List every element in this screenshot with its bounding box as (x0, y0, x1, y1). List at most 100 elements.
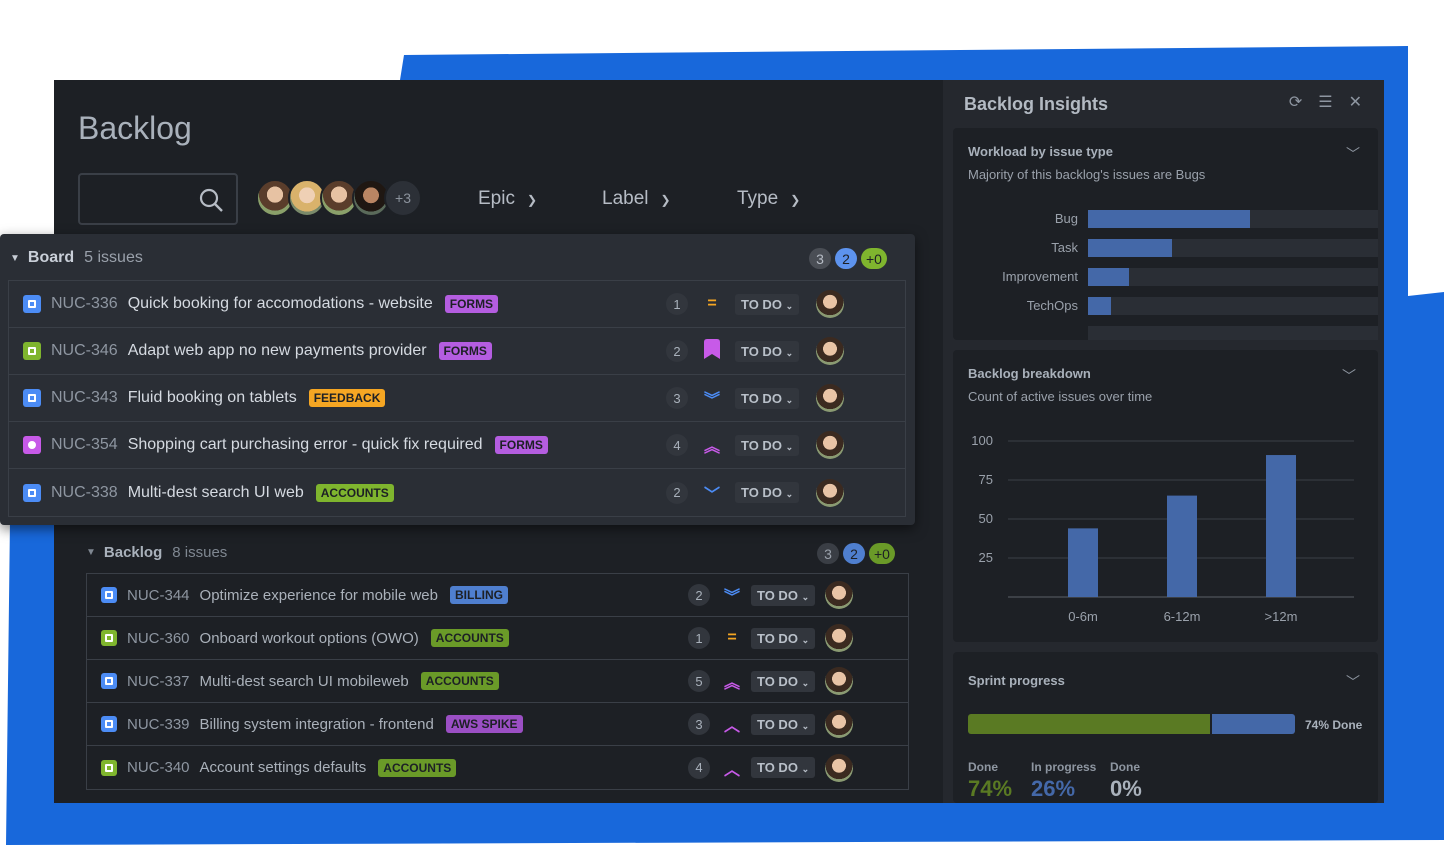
issue-label[interactable]: FORMS (444, 295, 499, 313)
status-text: TO DO (757, 673, 798, 689)
assignee-avatar[interactable] (816, 478, 844, 507)
issue-key[interactable]: NUC-346 (51, 342, 118, 360)
issue-label[interactable]: ACCOUNTS (378, 758, 457, 777)
issue-label[interactable]: ACCOUNTS (430, 629, 509, 647)
bar-label: TechOps (1026, 298, 1078, 313)
issue-summary[interactable]: Billing system integration - frontend (200, 716, 434, 733)
workload-bar: Bug (953, 210, 1378, 228)
issue-key[interactable]: NUC-343 (51, 389, 118, 407)
task-type-icon (23, 389, 41, 407)
status-dropdown[interactable]: TO DO ⌄ (735, 387, 800, 409)
task-type-icon (101, 673, 117, 689)
priority-low-icon: ﹀ (703, 486, 720, 504)
issue-label[interactable]: ACCOUNTS (420, 672, 499, 690)
chevron-down-icon: ❯ (660, 193, 671, 207)
issue-key[interactable]: NUC-354 (51, 436, 118, 454)
issue-row[interactable]: NUC-336 Quick booking for accomodations … (9, 281, 905, 328)
done-count: +0 (869, 543, 895, 564)
status-dropdown[interactable]: TO DO ⌄ (751, 713, 816, 735)
backlog-section-header[interactable]: ▼ Backlog 8 issues (86, 544, 227, 561)
issue-label[interactable]: FEEDBACK (308, 389, 386, 407)
more-assignees[interactable]: +3 (384, 179, 422, 217)
assignee-avatar[interactable] (816, 290, 844, 318)
filter-label: Type (737, 188, 779, 209)
filter-label: Label (602, 188, 649, 209)
chevron-down-icon[interactable]: ﹀ (1346, 144, 1360, 164)
refresh-icon[interactable]: ⟳ (1289, 92, 1302, 112)
issue-label[interactable]: BILLING (449, 586, 508, 604)
issue-summary[interactable]: Optimize experience for mobile web (200, 587, 438, 604)
status-dropdown[interactable]: TO DO ⌄ (751, 757, 816, 778)
issue-key[interactable]: NUC-360 (127, 630, 190, 647)
issue-label[interactable]: FORMS (438, 342, 492, 360)
issue-row[interactable]: NUC-354 Shopping cart purchasing error -… (9, 422, 905, 469)
assignee-avatar[interactable] (825, 753, 853, 782)
assignee-filter[interactable]: +3 (256, 179, 422, 217)
bar-fill (1088, 210, 1251, 228)
assignee-avatar[interactable] (816, 337, 844, 365)
assignee-avatar[interactable] (825, 624, 853, 652)
issue-row[interactable]: NUC-340 Account settings defaults ACCOUN… (87, 746, 908, 789)
search-input[interactable] (78, 173, 238, 225)
workload-bar: Task (953, 239, 1378, 257)
issue-label[interactable]: ACCOUNTS (315, 483, 394, 502)
assignee-avatar[interactable] (816, 384, 844, 412)
chevron-down-icon: ▼ (86, 547, 96, 558)
epic-filter[interactable]: Epic ❯ (478, 188, 537, 210)
issue-row[interactable]: NUC-346 Adapt web app no new payments pr… (9, 328, 905, 375)
issue-row[interactable]: NUC-343 Fluid booking on tablets FEEDBAC… (9, 375, 905, 422)
chevron-down-icon[interactable]: ﹀ (1346, 672, 1360, 692)
issue-summary[interactable]: Account settings defaults (200, 759, 367, 776)
issue-summary[interactable]: Onboard workout options (OWO) (200, 630, 419, 647)
issue-row[interactable]: NUC-338 Multi-dest search UI web ACCOUNT… (9, 469, 905, 516)
issue-label[interactable]: FORMS (494, 436, 548, 454)
chevron-down-icon: ⌄ (785, 347, 794, 358)
status-dropdown[interactable]: TO DO ⌄ (735, 482, 800, 503)
assignee-avatar[interactable] (816, 431, 844, 459)
issue-key[interactable]: NUC-344 (127, 587, 190, 604)
backlog-status-counts: 3 2 +0 (817, 543, 895, 564)
issue-summary[interactable]: Multi-dest search UI web (128, 484, 304, 502)
status-dropdown[interactable]: TO DO ⌄ (751, 627, 816, 649)
stat-label: Done (1110, 760, 1140, 774)
status-dropdown[interactable]: TO DO ⌄ (735, 340, 800, 362)
assignee-avatar[interactable] (825, 581, 853, 609)
status-dropdown[interactable]: TO DO ⌄ (735, 293, 800, 315)
issue-key[interactable]: NUC-338 (51, 484, 118, 502)
issue-row[interactable]: NUC-339 Billing system integration - fro… (87, 703, 908, 746)
issue-key[interactable]: NUC-340 (127, 759, 190, 776)
issue-summary[interactable]: Adapt web app no new payments provider (128, 342, 427, 360)
status-dropdown[interactable]: TO DO ⌄ (751, 584, 816, 606)
issue-summary[interactable]: Fluid booking on tablets (128, 389, 297, 407)
estimate-badge: 1 (666, 293, 688, 315)
status-text: TO DO (757, 630, 798, 646)
issue-key[interactable]: NUC-337 (127, 673, 190, 690)
priority-high-icon: ︿ (723, 718, 740, 735)
status-dropdown[interactable]: TO DO ⌄ (735, 434, 800, 456)
todo-count: 3 (817, 543, 839, 564)
issue-label[interactable]: AWS SPIKE (445, 715, 523, 733)
issue-summary[interactable]: Shopping cart purchasing error - quick f… (128, 436, 483, 454)
in-progress-segment (1211, 714, 1295, 734)
status-dropdown[interactable]: TO DO ⌄ (751, 670, 816, 692)
priority-lowest-icon: ︾ (723, 589, 740, 606)
label-filter[interactable]: Label ❯ (602, 188, 671, 210)
close-icon[interactable]: ✕ (1349, 92, 1362, 112)
assignee-avatar[interactable] (825, 710, 853, 738)
issue-row[interactable]: NUC-360 Onboard workout options (OWO) AC… (87, 617, 908, 660)
sprint-progress-card: Sprint progress ﹀ 74% Done Done 74% In pro… (953, 652, 1378, 803)
board-section-header[interactable]: ▼ Board 5 issues (10, 249, 143, 267)
assignee-avatar[interactable] (825, 667, 853, 695)
issue-key[interactable]: NUC-339 (127, 716, 190, 733)
issue-summary[interactable]: Multi-dest search UI mobileweb (200, 673, 409, 690)
issue-summary[interactable]: Quick booking for accomodations - websit… (128, 295, 433, 313)
settings-sliders-icon[interactable]: ☰ (1318, 92, 1332, 112)
issue-row[interactable]: NUC-344 Optimize experience for mobile w… (87, 574, 908, 617)
stat-value: 0% (1110, 776, 1142, 801)
story-type-icon (101, 630, 117, 646)
type-filter[interactable]: Type ❯ (737, 188, 800, 210)
issue-key[interactable]: NUC-336 (51, 295, 118, 313)
issue-row[interactable]: NUC-337 Multi-dest search UI mobileweb A… (87, 660, 908, 703)
todo-count: 3 (809, 248, 831, 269)
done-segment (968, 714, 1210, 734)
